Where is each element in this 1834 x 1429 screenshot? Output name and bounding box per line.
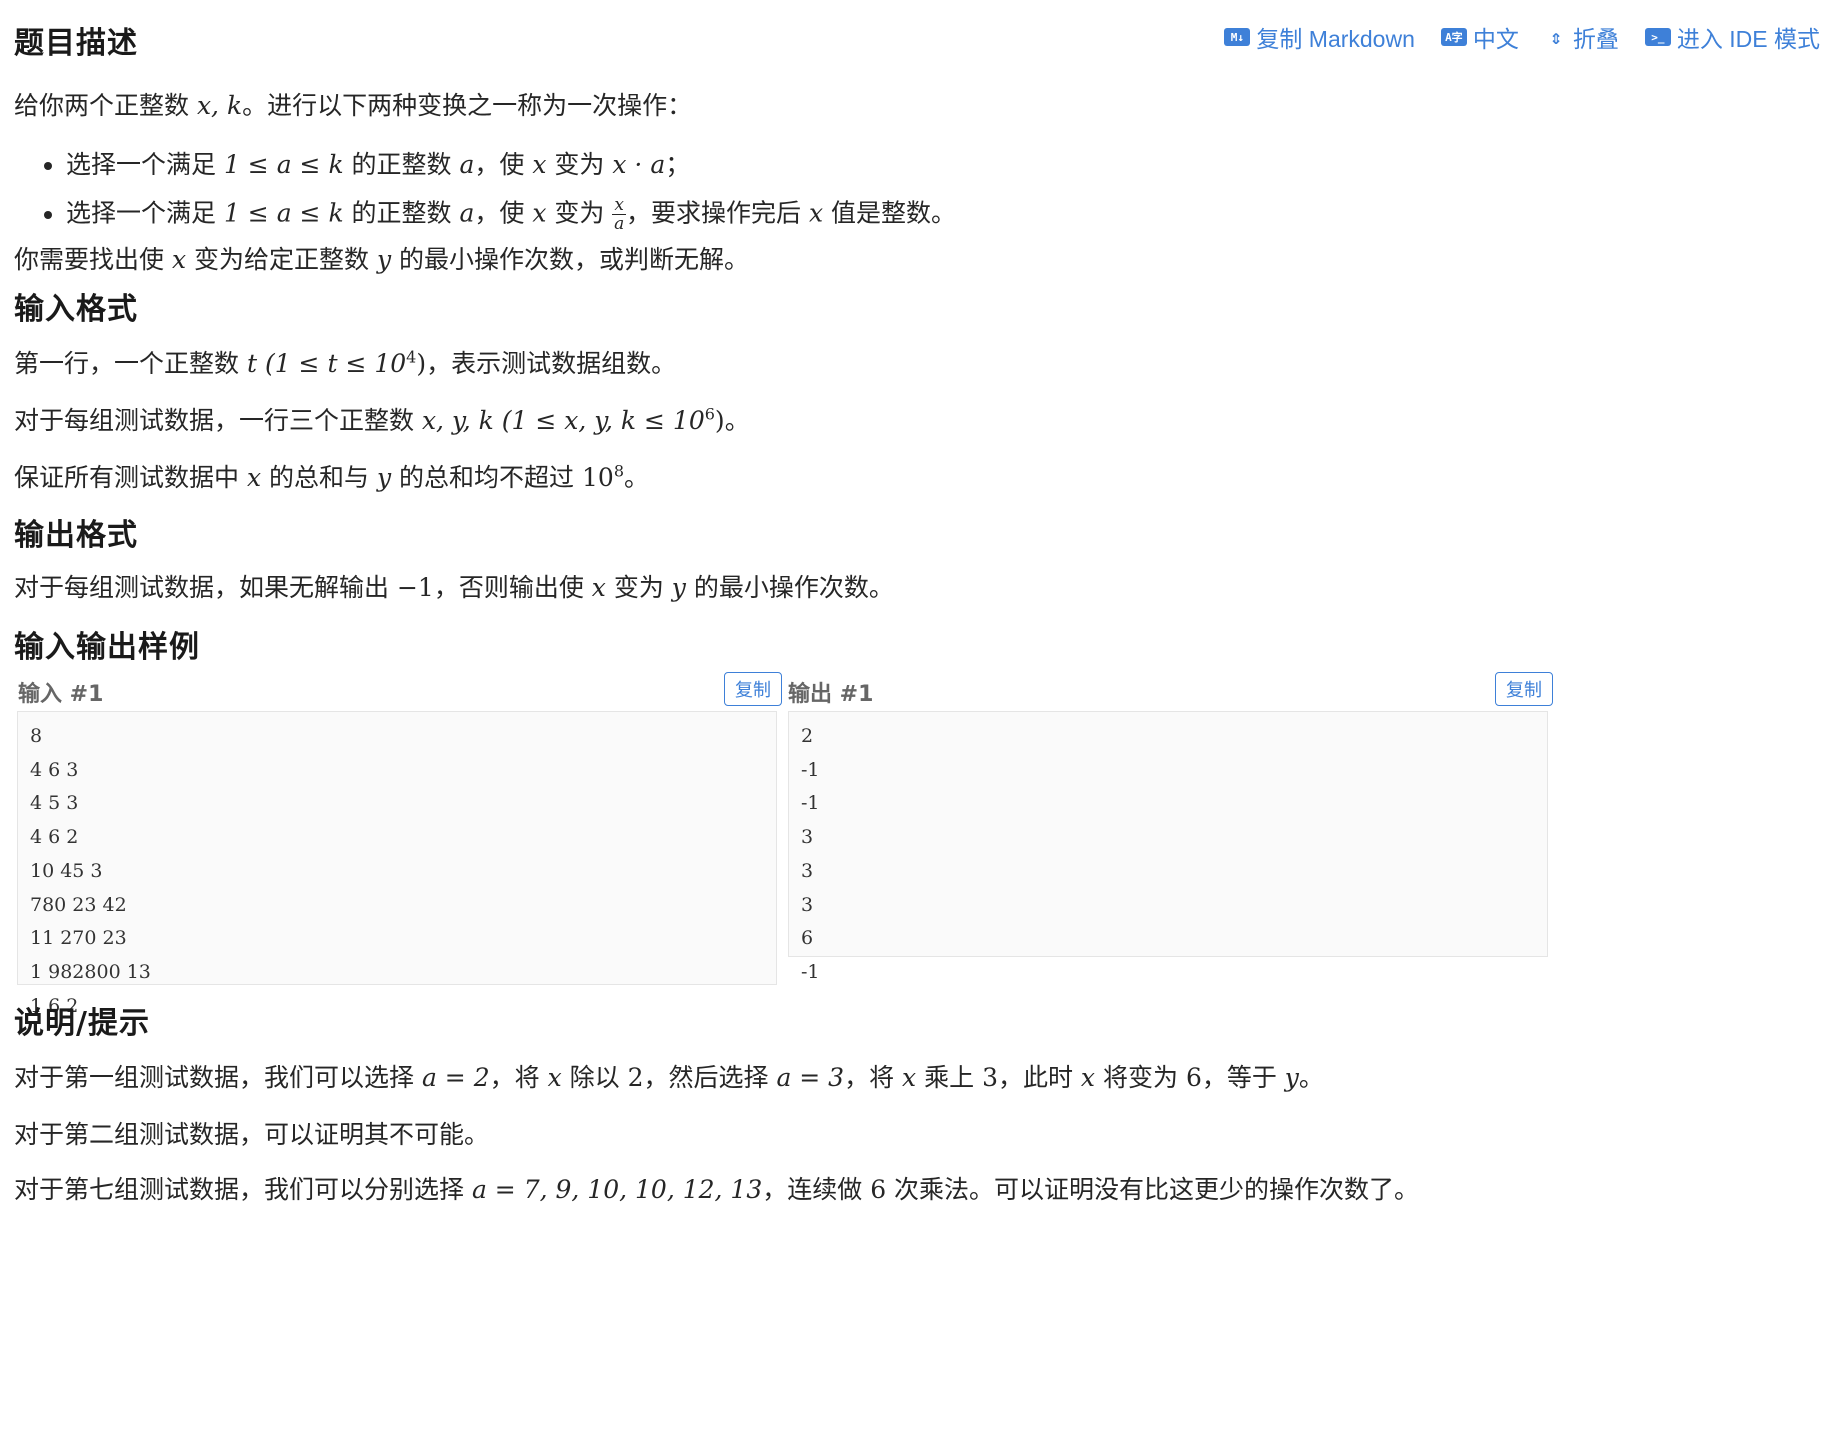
- translate-icon: A字: [1440, 28, 1467, 46]
- language-label: 中文: [1472, 26, 1519, 52]
- language-button[interactable]: A字 中文: [1440, 20, 1519, 54]
- code-line: 780 23 42: [30, 893, 127, 916]
- terminal-icon: >_: [1644, 28, 1671, 46]
- input-format-line-2: 对于每组测试数据，一行三个正整数 x, y, k (1 ≤ x, y, k ≤ …: [14, 404, 750, 435]
- copy-input-button[interactable]: 复制: [724, 672, 782, 706]
- ide-mode-button[interactable]: >_ 进入 IDE 模式: [1644, 20, 1820, 54]
- description-heading: 题目描述: [14, 26, 138, 61]
- collapse-icon: ⇕: [1549, 25, 1562, 49]
- description-intro: 给你两个正整数 x, k。进行以下两种变换之一称为一次操作：: [14, 91, 693, 120]
- code-line: -1: [801, 960, 820, 983]
- markdown-icon: M↓: [1224, 28, 1251, 46]
- code-line: 4 6 3: [30, 758, 79, 781]
- output-format-heading: 输出格式: [14, 518, 138, 553]
- input-format-line-1: 第一行，一个正整数 t (1 ≤ t ≤ 104)，表示测试数据组数。: [14, 347, 677, 378]
- code-line: 10 45 3: [30, 859, 103, 882]
- list-item: 选择一个满足 1 ≤ a ≤ k 的正整数 a，使 x 变为 x · a；: [66, 148, 956, 182]
- input-format-line-3: 保证所有测试数据中 x 的总和与 y 的总和均不超过 108。: [14, 461, 650, 492]
- sample-input-label: 输入 #1: [18, 682, 104, 707]
- hint-line-3: 对于第七组测试数据，我们可以分别选择 a = 7, 9, 10, 10, 12,…: [14, 1175, 1420, 1204]
- collapse-button[interactable]: ⇕ 折叠: [1545, 20, 1619, 54]
- fraction: xa: [612, 195, 626, 234]
- samples-heading: 输入输出样例: [14, 630, 200, 665]
- code-line: 3: [801, 893, 814, 916]
- problem-toolbar: M↓ 复制 Markdown A字 中文 ⇕ 折叠 >_ 进入 IDE 模式: [1224, 20, 1820, 54]
- collapse-label: 折叠: [1572, 26, 1619, 52]
- code-line: -1: [801, 758, 820, 781]
- sample-input-box[interactable]: 8 4 6 3 4 5 3 4 6 2 10 45 3 780 23 42 11 270 2…: [17, 711, 777, 1017]
- hint-line-1: 对于第一组测试数据，我们可以选择 a = 2，将 x 除以 2，然后选择 a =…: [14, 1063, 1324, 1092]
- hints-heading: 说明/提示: [14, 1006, 150, 1041]
- code-line: 3: [801, 826, 814, 849]
- code-line: 11 270 23: [30, 927, 127, 950]
- code-line: 1 982800 13: [30, 960, 151, 983]
- sample-output-label: 输出 #1: [788, 682, 874, 707]
- list-item: 选择一个满足 1 ≤ a ≤ k 的正整数 a，使 x 变为 xa，要求操作完后…: [66, 196, 956, 233]
- input-format-heading: 输入格式: [14, 292, 138, 327]
- ide-mode-label: 进入 IDE 模式: [1676, 26, 1820, 52]
- code-line: 6: [801, 927, 814, 950]
- code-line: -1: [801, 792, 820, 815]
- copy-markdown-label: 复制 Markdown: [1256, 26, 1415, 52]
- copy-markdown-button[interactable]: M↓ 复制 Markdown: [1224, 20, 1415, 54]
- code-line: 8: [30, 725, 43, 747]
- description-goal: 你需要找出使 x 变为给定正整数 y 的最小操作次数，或判断无解。: [14, 245, 750, 274]
- code-line: 3: [801, 859, 814, 882]
- output-format-line: 对于每组测试数据，如果无解输出 −1，否则输出使 x 变为 y 的最小操作次数。: [14, 573, 894, 602]
- hint-line-2: 对于第二组测试数据，可以证明其不可能。: [14, 1120, 490, 1149]
- code-line: 4 6 2: [30, 826, 79, 849]
- code-line: 4 5 3: [30, 792, 79, 815]
- sample-output-box[interactable]: 2 -1 -1 3 3 3 6 -1: [788, 711, 1548, 983]
- code-line: 2: [801, 725, 814, 747]
- copy-output-button[interactable]: 复制: [1495, 672, 1553, 706]
- operation-list: 选择一个满足 1 ≤ a ≤ k 的正整数 a，使 x 变为 x · a； 选择…: [14, 148, 956, 247]
